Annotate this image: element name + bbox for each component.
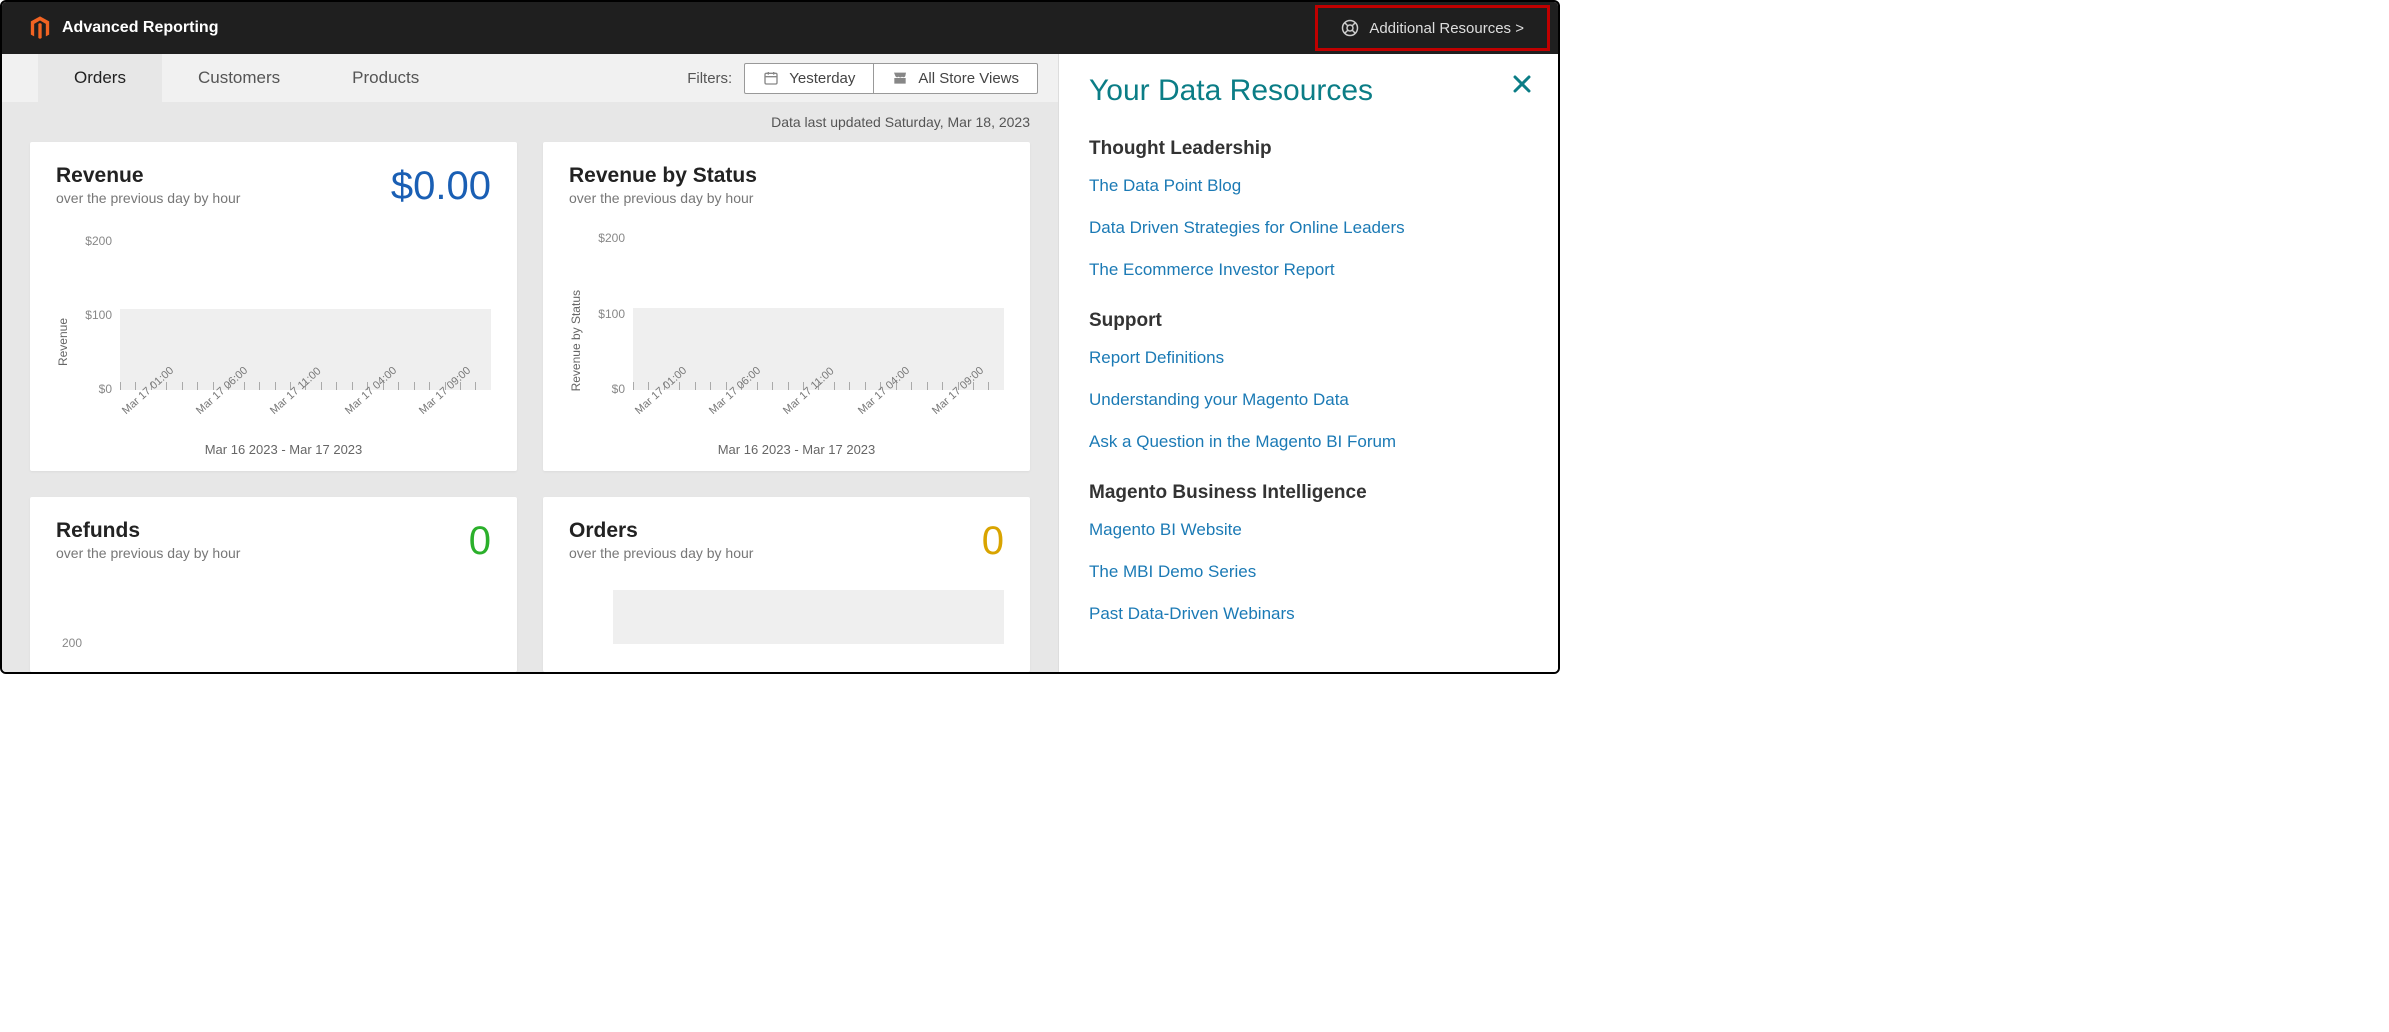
- brand: Advanced Reporting: [30, 16, 218, 40]
- card-head: Orders over the previous day by hour 0: [569, 519, 1004, 564]
- xlabels: Mar 17 01:00 Mar 17 06:00 Mar 17 11:00 M…: [120, 408, 491, 420]
- tabs: Orders Customers Products: [38, 54, 455, 102]
- close-icon: [1510, 72, 1534, 96]
- magento-logo-icon: [30, 16, 50, 40]
- card-revenue-status: Revenue by Status over the previous day …: [543, 142, 1030, 471]
- chart-revenue: Revenue $200 $100 $0: [56, 227, 491, 457]
- chart-revenue-status: Revenue by Status $200 $100 $0: [569, 224, 1004, 457]
- card-head: Revenue by Status over the previous day …: [569, 164, 1004, 206]
- chart-refunds: 200: [56, 582, 491, 659]
- link-past-webinars[interactable]: Past Data-Driven Webinars: [1089, 604, 1528, 624]
- additional-resources-button[interactable]: Additional Resources >: [1327, 13, 1538, 43]
- cards-grid: Revenue over the previous day by hour $0…: [2, 136, 1058, 672]
- store-icon: [892, 70, 908, 86]
- revenue-value: $0.00: [391, 164, 491, 209]
- side-panel-title: Your Data Resources: [1089, 74, 1528, 108]
- section-support: Support: [1089, 310, 1528, 332]
- card-title: Refunds: [56, 519, 240, 543]
- side-panel: Your Data Resources Thought Leadership T…: [1058, 54, 1558, 672]
- lifesaver-icon: [1341, 19, 1359, 37]
- chart-footer: Mar 16 2023 - Mar 17 2023: [76, 442, 491, 457]
- link-understanding-data[interactable]: Understanding your Magento Data: [1089, 390, 1528, 410]
- refunds-value: 0: [469, 519, 491, 564]
- chart-footer: Mar 16 2023 - Mar 17 2023: [589, 442, 1004, 457]
- main-area: Orders Customers Products Filters: Yeste…: [2, 54, 1058, 672]
- scope-filter-button[interactable]: All Store Views: [873, 64, 1037, 93]
- chart-orders: [569, 582, 1004, 659]
- yticks: $200 $100 $0: [589, 224, 631, 404]
- card-subtitle: over the previous day by hour: [56, 190, 240, 206]
- link-data-point-blog[interactable]: The Data Point Blog: [1089, 176, 1528, 196]
- tab-customers[interactable]: Customers: [162, 54, 316, 102]
- card-head: Revenue over the previous day by hour $0…: [56, 164, 491, 209]
- filters: Filters: Yesterday All Store Views: [687, 63, 1038, 94]
- link-data-driven-strategies[interactable]: Data Driven Strategies for Online Leader…: [1089, 218, 1528, 238]
- card-revenue: Revenue over the previous day by hour $0…: [30, 142, 517, 471]
- card-subtitle: over the previous day by hour: [569, 545, 753, 561]
- card-refunds: Refunds over the previous day by hour 0 …: [30, 497, 517, 673]
- card-head: Refunds over the previous day by hour 0: [56, 519, 491, 564]
- card-subtitle: over the previous day by hour: [569, 190, 757, 206]
- link-ask-question[interactable]: Ask a Question in the Magento BI Forum: [1089, 432, 1528, 452]
- app-frame: Advanced Reporting Additional Resources …: [0, 0, 1560, 674]
- section-mbi: Magento Business Intelligence: [1089, 482, 1528, 504]
- card-orders: Orders over the previous day by hour 0: [543, 497, 1030, 673]
- close-button[interactable]: [1510, 72, 1534, 101]
- topbar: Advanced Reporting Additional Resources …: [2, 2, 1558, 54]
- tab-orders[interactable]: Orders: [38, 54, 162, 102]
- plot-area: [613, 590, 1004, 645]
- secondbar: Orders Customers Products Filters: Yeste…: [2, 54, 1058, 102]
- date-filter-button[interactable]: Yesterday: [745, 64, 873, 93]
- chart-band: [613, 590, 1004, 645]
- link-report-definitions[interactable]: Report Definitions: [1089, 348, 1528, 368]
- body-row: Orders Customers Products Filters: Yeste…: [2, 54, 1558, 672]
- link-mbi-website[interactable]: Magento BI Website: [1089, 520, 1528, 540]
- tab-products[interactable]: Products: [316, 54, 455, 102]
- plot-area: [100, 590, 491, 645]
- orders-value: 0: [982, 519, 1004, 564]
- filters-label: Filters:: [687, 70, 732, 87]
- additional-resources-label: Additional Resources >: [1369, 20, 1524, 37]
- scope-filter-label: All Store Views: [918, 70, 1019, 87]
- filter-group: Yesterday All Store Views: [744, 63, 1038, 94]
- updated-text: Data last updated Saturday, Mar 18, 2023: [2, 102, 1058, 136]
- chart-ylabel: Revenue by Status: [569, 290, 583, 391]
- card-title: Revenue: [56, 164, 240, 188]
- yticks: 200: [56, 582, 88, 659]
- card-title: Revenue by Status: [569, 164, 757, 188]
- section-thought-leadership: Thought Leadership: [1089, 138, 1528, 160]
- yticks: $200 $100 $0: [76, 227, 118, 404]
- app-title: Advanced Reporting: [62, 19, 218, 37]
- calendar-icon: [763, 70, 779, 86]
- link-investor-report[interactable]: The Ecommerce Investor Report: [1089, 260, 1528, 280]
- xlabels: Mar 17 01:00 Mar 17 06:00 Mar 17 11:00 M…: [633, 408, 1004, 420]
- link-mbi-demo[interactable]: The MBI Demo Series: [1089, 562, 1528, 582]
- chart-ylabel: Revenue: [56, 318, 70, 366]
- card-title: Orders: [569, 519, 753, 543]
- date-filter-label: Yesterday: [789, 70, 855, 87]
- card-subtitle: over the previous day by hour: [56, 545, 240, 561]
